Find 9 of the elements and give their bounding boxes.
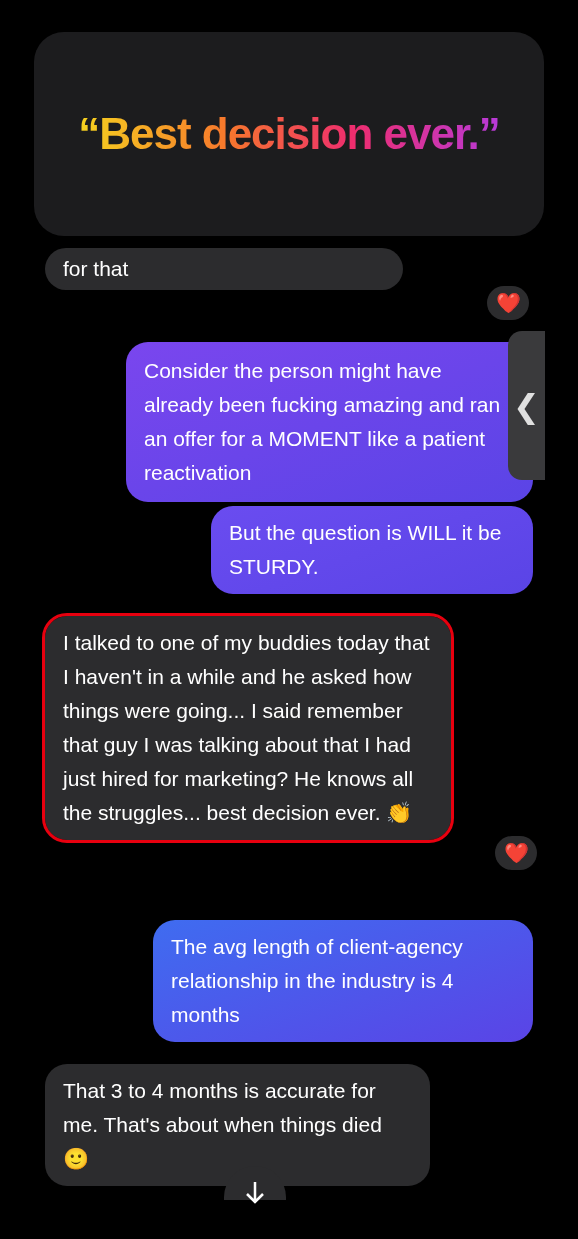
message-bubble: The avg length of client-agency relationship in the industry is 4 months [153, 920, 533, 1042]
heart-reaction[interactable]: ❤ [487, 286, 529, 320]
message-bubble: for that [45, 248, 403, 290]
message-bubble: But the question is WILL it be STURDY. [211, 506, 533, 594]
side-handle[interactable]: ❮ [508, 331, 545, 480]
heart-reaction[interactable]: ❤ [495, 836, 537, 870]
message-bubble: That 3 to 4 months is accurate for me. That's about when things died 🙂 [45, 1064, 430, 1186]
down-arrow-icon [245, 1180, 265, 1204]
message-bubble: I talked to one of my buddies today that I haven't in a while and he asked how things were going... I said remember that guy I was talking about that I had just hired for marketing? He knows all the struggles... best decision ever. 👏 [45, 616, 451, 840]
